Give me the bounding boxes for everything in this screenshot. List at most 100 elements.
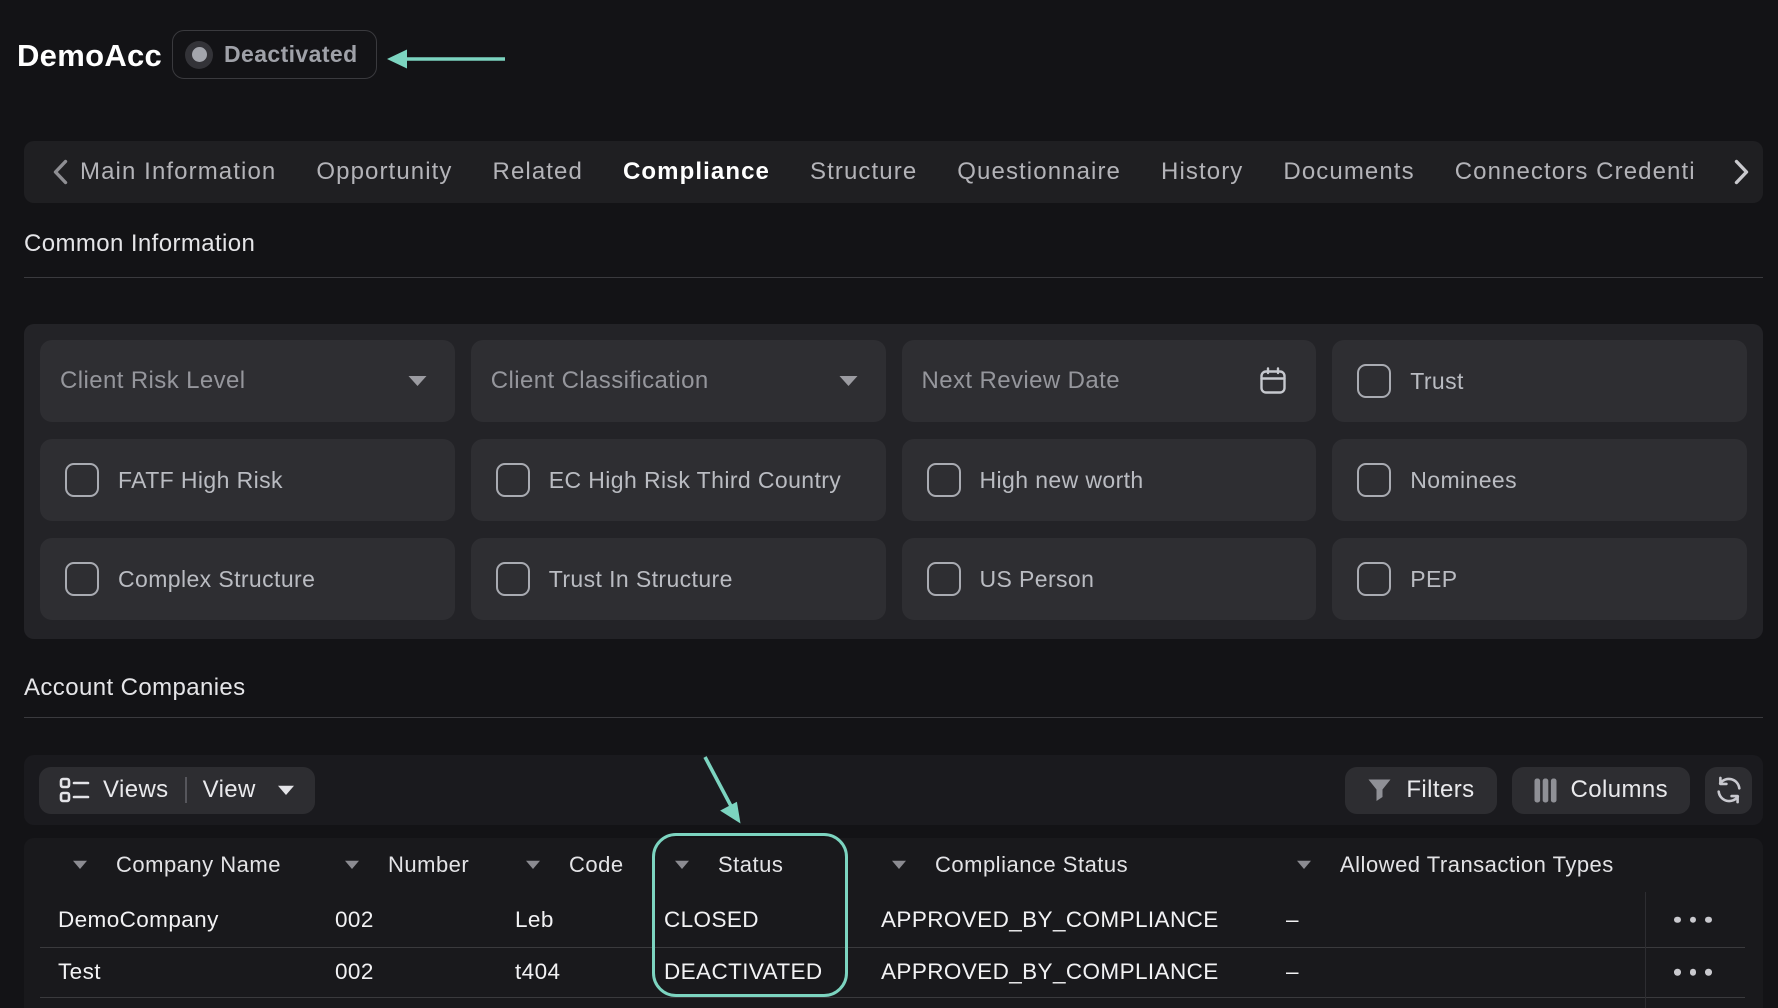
client-risk-level-select[interactable]: Client Risk Level xyxy=(40,340,455,422)
filter-funnel-icon xyxy=(1367,778,1392,802)
tabs-scroll-right-button[interactable] xyxy=(1728,141,1750,203)
row-actions-button[interactable] xyxy=(1645,916,1741,923)
tabs-scroll-left-button[interactable] xyxy=(52,159,68,185)
section-title-common-information: Common Information xyxy=(24,230,255,258)
tab-opportunity[interactable]: Opportunity xyxy=(316,158,452,186)
cell-company-name: DemoCompany xyxy=(58,907,219,933)
cell-compliance-status: APPROVED_BY_COMPLIANCE xyxy=(881,959,1219,985)
annotation-highlight-status-column xyxy=(652,833,848,997)
filters-button[interactable]: Filters xyxy=(1345,767,1496,814)
chevron-down-icon xyxy=(838,375,859,387)
row-divider xyxy=(40,947,1745,948)
table-toolbar: Views View Filters Columns xyxy=(24,755,1763,825)
checkbox-icon xyxy=(1357,364,1391,398)
tab-connectors-credentials[interactable]: Connectors Credenti xyxy=(1455,158,1696,186)
checkbox-icon xyxy=(927,463,961,497)
tab-documents[interactable]: Documents xyxy=(1283,158,1414,186)
tab-questionnaire[interactable]: Questionnaire xyxy=(957,158,1121,186)
tab-bar: Main Information Opportunity Related Com… xyxy=(24,141,1763,203)
divider xyxy=(24,717,1763,718)
common-information-panel: Client Risk Level Client Classification … xyxy=(24,324,1763,639)
table-row[interactable]: Test 002 t404 DEACTIVATED APPROVED_BY_CO… xyxy=(24,947,1763,997)
row-actions-button[interactable] xyxy=(1645,969,1741,976)
column-header-label: Number xyxy=(388,852,469,878)
cell-code: t404 xyxy=(515,959,560,985)
columns-icon xyxy=(1534,778,1557,803)
columns-button[interactable]: Columns xyxy=(1512,767,1691,814)
views-selector[interactable]: Views View xyxy=(39,767,315,814)
sort-caret-icon xyxy=(891,860,907,870)
column-header-label: Company Name xyxy=(116,852,281,878)
actions-column-divider xyxy=(1645,892,1646,1008)
checkbox-icon xyxy=(496,562,530,596)
checkbox-icon xyxy=(65,463,99,497)
sort-caret-icon xyxy=(1296,860,1312,870)
column-header-number[interactable]: Number xyxy=(344,838,469,892)
calendar-icon xyxy=(1257,365,1289,397)
checkbox-icon xyxy=(496,463,530,497)
select-placeholder: Client Classification xyxy=(491,367,838,395)
checkbox-nominees[interactable]: Nominees xyxy=(1332,439,1747,521)
current-view-label: View xyxy=(203,776,256,804)
status-badge: Deactivated xyxy=(172,30,377,79)
column-header-label: Allowed Transaction Types xyxy=(1340,852,1614,878)
client-classification-select[interactable]: Client Classification xyxy=(471,340,886,422)
columns-label: Columns xyxy=(1571,776,1669,804)
tab-history[interactable]: History xyxy=(1161,158,1243,186)
checkbox-label: PEP xyxy=(1410,566,1457,593)
column-header-code[interactable]: Code xyxy=(525,838,637,892)
checkbox-fatf-high-risk[interactable]: FATF High Risk xyxy=(40,439,455,521)
section-title-account-companies: Account Companies xyxy=(24,674,246,702)
sort-caret-icon xyxy=(72,860,88,870)
cell-number: 002 xyxy=(335,907,374,933)
table-row[interactable]: DemoCompany 002 Leb CLOSED APPROVED_BY_C… xyxy=(24,892,1763,947)
checkbox-icon xyxy=(1357,562,1391,596)
cell-allowed-transaction-types: – xyxy=(1286,959,1299,985)
cell-allowed-transaction-types: – xyxy=(1286,907,1299,933)
checkbox-label: High new worth xyxy=(980,467,1144,494)
checkbox-ec-high-risk-third-country[interactable]: EC High Risk Third Country xyxy=(471,439,886,521)
column-header-allowed-transaction-types[interactable]: Allowed Transaction Types xyxy=(1296,838,1674,892)
chevron-down-icon xyxy=(407,375,428,387)
checkbox-label: Trust In Structure xyxy=(549,566,733,593)
column-header-label: Code xyxy=(569,852,624,878)
cell-number: 002 xyxy=(335,959,374,985)
select-placeholder: Client Risk Level xyxy=(60,367,407,395)
account-companies-table: Company Name Number Code Status Complian… xyxy=(24,838,1763,1008)
status-dot-icon xyxy=(185,41,213,69)
checkbox-trust-in-structure[interactable]: Trust In Structure xyxy=(471,538,886,620)
refresh-button[interactable] xyxy=(1705,767,1752,814)
checkbox-us-person[interactable]: US Person xyxy=(902,538,1317,620)
status-badge-label: Deactivated xyxy=(224,41,358,68)
checkbox-label: EC High Risk Third Country xyxy=(549,467,841,494)
checkbox-label: Nominees xyxy=(1410,467,1517,494)
tab-structure[interactable]: Structure xyxy=(810,158,917,186)
checkbox-icon xyxy=(1357,463,1391,497)
checkbox-icon xyxy=(927,562,961,596)
column-header-label: Compliance Status xyxy=(935,852,1128,878)
checkbox-complex-structure[interactable]: Complex Structure xyxy=(40,538,455,620)
annotation-arrow-to-badge xyxy=(387,50,505,69)
checkbox-high-new-worth[interactable]: High new worth xyxy=(902,439,1317,521)
refresh-icon xyxy=(1714,775,1744,805)
checkbox-label: US Person xyxy=(980,566,1095,593)
tabs-strip: Main Information Opportunity Related Com… xyxy=(80,158,1763,186)
tab-related[interactable]: Related xyxy=(493,158,583,186)
checkbox-pep[interactable]: PEP xyxy=(1332,538,1747,620)
checkbox-icon xyxy=(65,562,99,596)
column-header-company-name[interactable]: Company Name xyxy=(72,838,281,892)
next-review-date-field[interactable]: Next Review Date xyxy=(902,340,1317,422)
checkbox-label: Complex Structure xyxy=(118,566,315,593)
views-label: Views xyxy=(103,776,169,804)
row-divider xyxy=(40,997,1745,998)
divider xyxy=(24,277,1763,278)
checkbox-trust[interactable]: Trust xyxy=(1332,340,1747,422)
tab-compliance[interactable]: Compliance xyxy=(623,158,770,186)
chevron-right-icon xyxy=(1734,159,1750,185)
tab-main-information[interactable]: Main Information xyxy=(80,158,276,186)
column-header-compliance-status[interactable]: Compliance Status xyxy=(891,838,1128,892)
sort-caret-icon xyxy=(344,860,360,870)
page-title: DemoAcc xyxy=(17,37,162,74)
divider xyxy=(185,777,187,803)
sort-caret-icon xyxy=(525,860,541,870)
